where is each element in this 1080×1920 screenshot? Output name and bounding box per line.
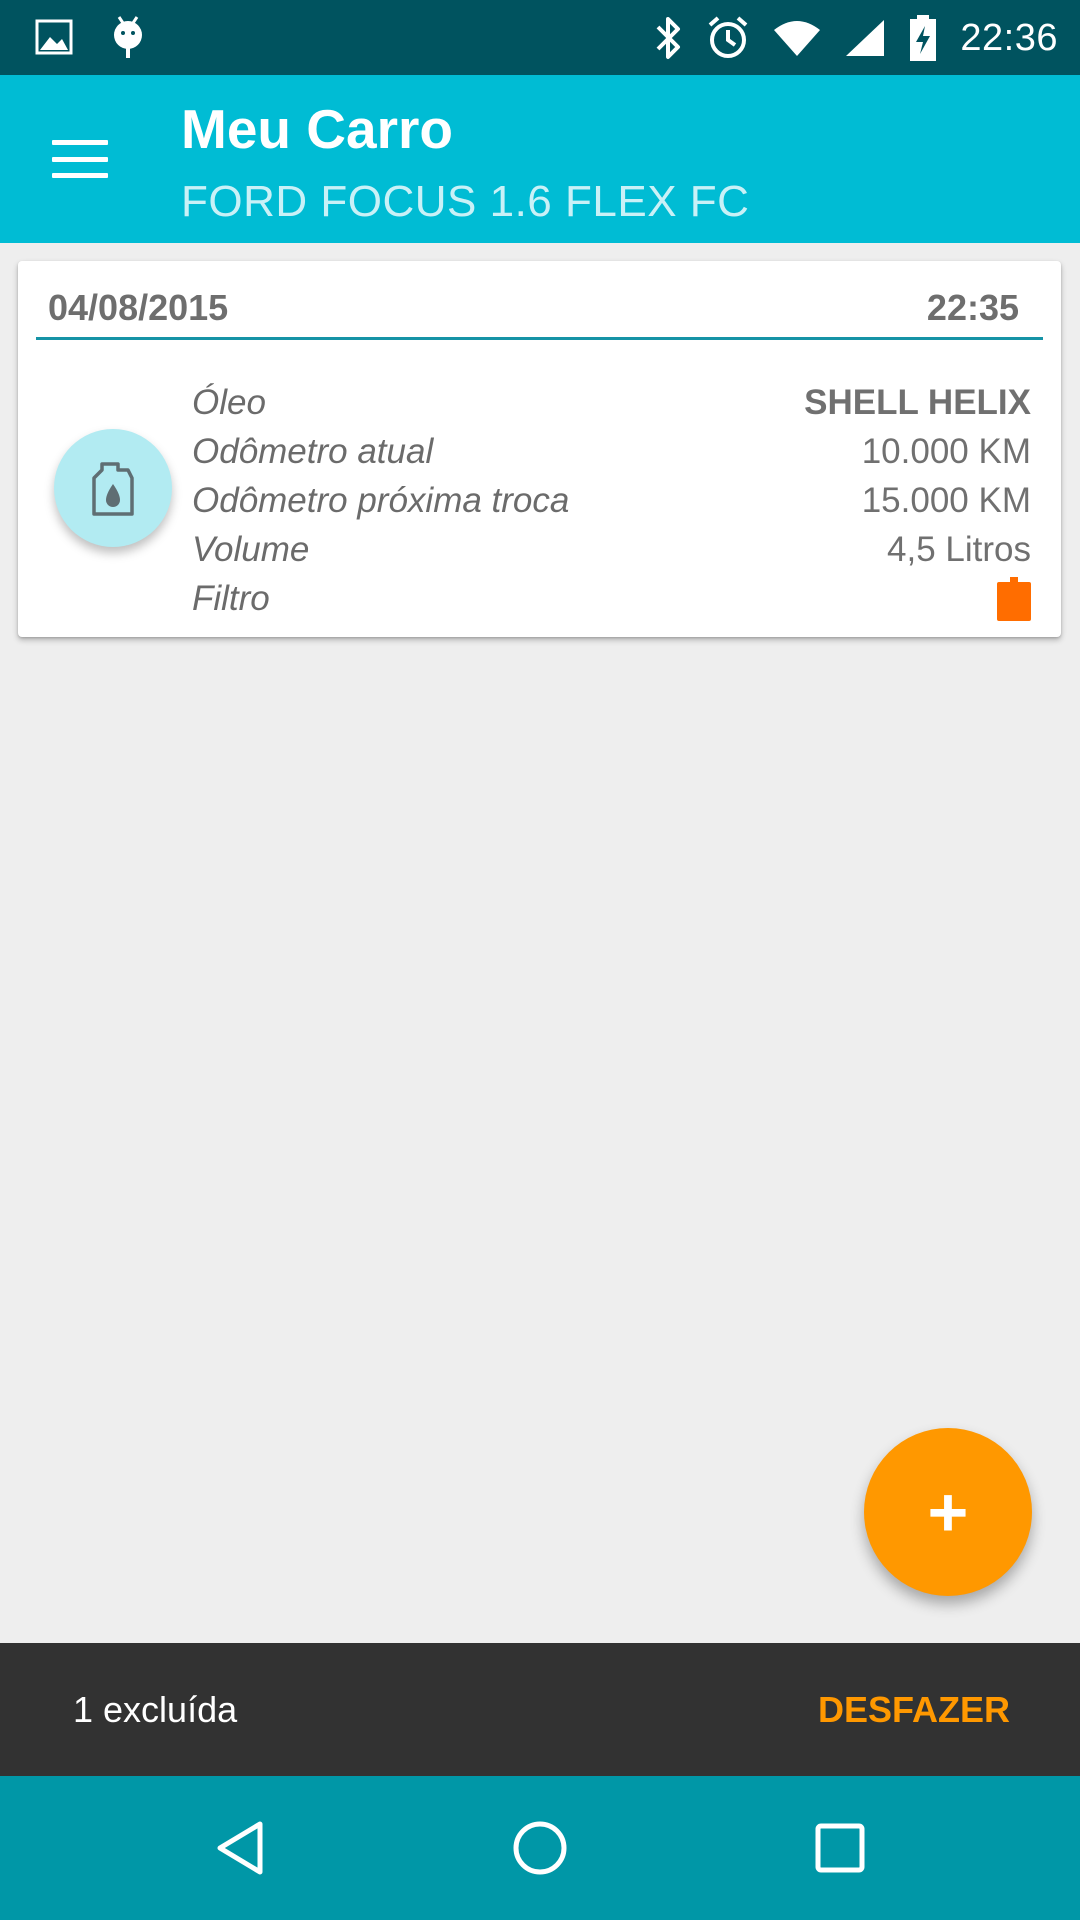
add-button[interactable]: + [864, 1428, 1032, 1596]
detail-row-oil: Óleo SHELL HELIX [192, 378, 1031, 427]
detail-value: SHELL HELIX [804, 382, 1031, 422]
detail-row-filter: Filtro [192, 574, 1031, 623]
app-bar: Meu Carro FORD FOCUS 1.6 FLEX FC [0, 75, 1080, 243]
card-date: 04/08/2015 [48, 287, 229, 328]
image-icon [35, 19, 73, 55]
recents-icon [815, 1823, 865, 1873]
back-icon [217, 1821, 263, 1875]
status-bar: 22:36 [0, 0, 1080, 75]
recents-button[interactable] [802, 1810, 878, 1886]
snackbar: 1 excluída DESFAZER [0, 1643, 1080, 1776]
detail-label: Óleo [192, 382, 266, 422]
home-button[interactable] [502, 1810, 578, 1886]
detail-label: Volume [192, 529, 310, 569]
detail-label: Filtro [192, 578, 270, 618]
android-debug-icon [114, 16, 142, 58]
undo-button[interactable]: DESFAZER [818, 1689, 1010, 1731]
signal-icon [846, 20, 885, 56]
card-details: Óleo SHELL HELIX Odômetro atual 10.000 K… [192, 378, 1031, 623]
filter-icon [997, 576, 1031, 621]
bluetooth-icon [656, 17, 681, 59]
alarm-icon [709, 16, 748, 58]
home-icon [513, 1821, 567, 1875]
detail-row-current-odometer: Odômetro atual 10.000 KM [192, 427, 1031, 476]
detail-label: Odômetro atual [192, 431, 434, 471]
battery-charging-icon [910, 15, 937, 61]
oil-change-card[interactable]: 04/08/2015 22:35 Óleo SHELL HELIX Odômet… [18, 261, 1061, 637]
page-title: Meu Carro [181, 98, 453, 160]
detail-row-next-odometer: Odômetro próxima troca 15.000 KM [192, 476, 1031, 525]
detail-value: 4,5 Litros [887, 529, 1031, 569]
page-subtitle: FORD FOCUS 1.6 FLEX FC [181, 177, 750, 226]
navigation-bar [0, 1776, 1080, 1920]
snackbar-message: 1 excluída [73, 1689, 238, 1730]
wifi-icon [774, 21, 821, 56]
menu-button[interactable] [40, 127, 120, 191]
card-time: 22:35 [926, 287, 1019, 328]
card-divider [36, 337, 1043, 340]
menu-icon [52, 140, 108, 178]
detail-row-volume: Volume 4,5 Litros [192, 525, 1031, 574]
detail-value: 15.000 KM [861, 480, 1031, 520]
detail-label: Odômetro próxima troca [192, 480, 570, 520]
detail-value: 10.000 KM [861, 431, 1031, 471]
back-button[interactable] [202, 1810, 278, 1886]
oil-bottle-icon [54, 429, 172, 547]
status-time: 22:36 [960, 16, 1058, 59]
